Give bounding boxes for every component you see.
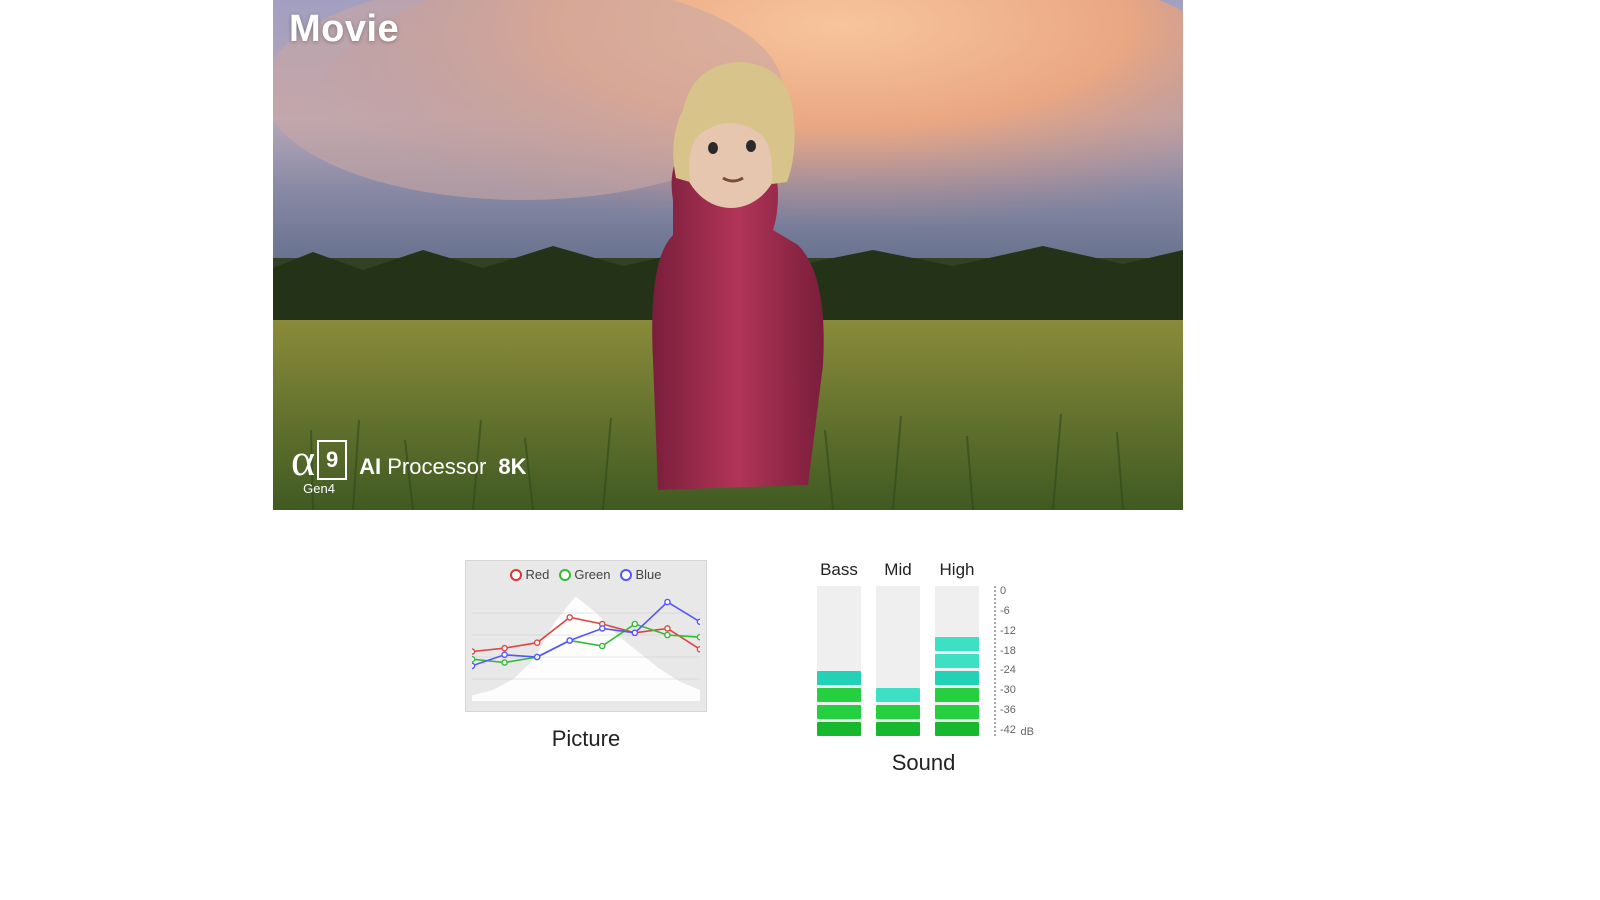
sound-col-high	[935, 586, 979, 736]
green-dot-icon	[559, 569, 571, 581]
picture-panel: Red Green Blue Picture	[465, 560, 707, 780]
mode-label: Movie	[289, 8, 399, 51]
hero-image: Movie α 9 Gen4 AI Processor 8K	[273, 0, 1183, 510]
nine-box: 9	[317, 440, 347, 480]
picture-chart: Red Green Blue	[465, 560, 707, 712]
sound-panel: Bass Mid High 0-6-12-18-24-30-36-42 dB S…	[817, 560, 1030, 780]
sound-title: Sound	[892, 750, 956, 776]
red-dot-icon	[510, 569, 522, 581]
processor-badge: α 9 Gen4 AI Processor 8K	[291, 437, 527, 496]
picture-legend: Red Green Blue	[466, 567, 706, 582]
sound-col-mid	[876, 586, 920, 736]
alpha-icon: α	[291, 437, 315, 483]
picture-title: Picture	[552, 726, 620, 752]
blue-dot-icon	[620, 569, 632, 581]
processor-text: AI Processor 8K	[359, 454, 526, 480]
sound-ticks: 0-6-12-18-24-30-36-42	[994, 586, 1030, 736]
sound-headers: Bass Mid High	[817, 560, 979, 580]
sound-col-bass	[817, 586, 861, 736]
processor-gen: Gen4	[303, 481, 335, 496]
